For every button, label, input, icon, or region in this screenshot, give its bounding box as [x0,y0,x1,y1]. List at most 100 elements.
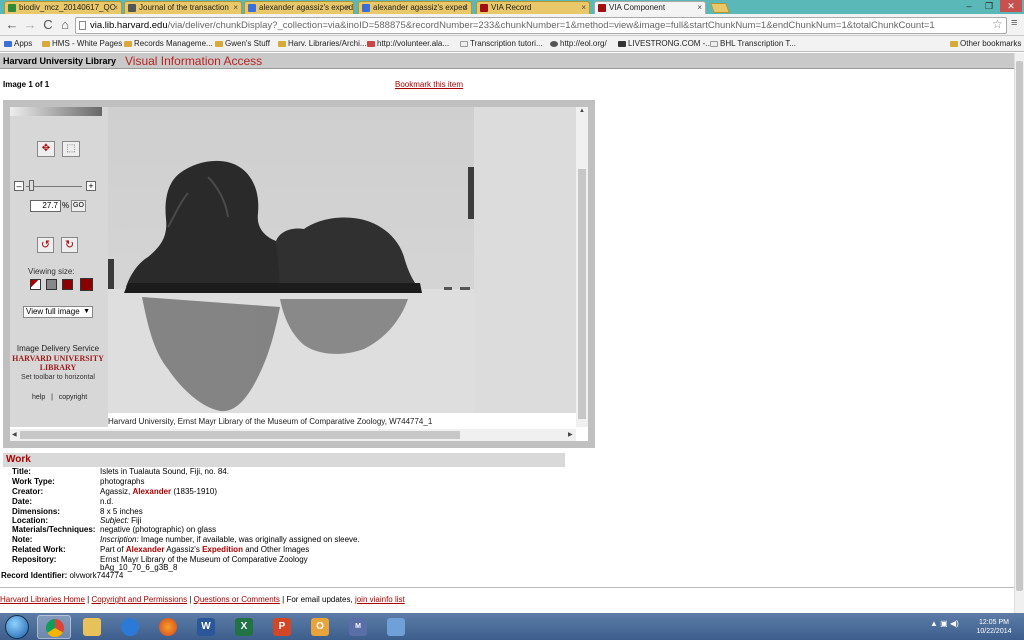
navigator-thumbnail[interactable] [10,107,102,116]
tab-via-component[interactable]: VIA Component × [594,1,706,15]
bookmark-bhl[interactable]: BHL Transcription T... [710,38,796,50]
taskbar-internet-explorer[interactable] [113,615,147,639]
close-icon[interactable]: × [697,2,702,14]
tab-agassiz-2[interactable]: alexander agassiz's exped × [358,1,472,14]
archival-photo[interactable] [108,107,474,413]
close-icon[interactable]: × [463,2,468,14]
tab-journal[interactable]: Journal of the transaction × [124,1,242,14]
system-tray[interactable]: ▲ ▣ ◀) [930,619,959,628]
bookmark-gwen[interactable]: Gwen's Stuff [215,38,270,50]
close-icon[interactable]: × [581,2,586,14]
bookmark-transcription[interactable]: Transcription tutori... [460,38,543,50]
outlook-icon: O [311,618,329,636]
viewing-size-xlarge[interactable] [80,278,93,291]
record-identifier-value: olvwork744774 [69,571,124,580]
home-button[interactable]: ⌂ [57,17,73,33]
scrollbar-thumb[interactable] [20,431,460,439]
bookmark-star-icon[interactable]: ☆ [992,17,1003,31]
taskbar-explorer[interactable] [75,615,109,639]
menu-icon[interactable]: ≡ [1011,17,1017,29]
separator: | [189,595,192,604]
other-bookmarks[interactable]: Other bookmarks [950,38,1021,50]
system-clock[interactable]: 12:05 PM 10/22/2014 [972,618,1016,636]
bookmark-eol[interactable]: http://eol.org/ [550,38,607,50]
address-bar[interactable]: via.lib.harvard.edu/via/deliver/chunkDis… [75,17,1007,34]
close-window-button[interactable]: ✕ [1000,0,1022,12]
islets-photo-image [108,107,474,413]
viewer-vertical-scrollbar[interactable]: ▲ [576,107,588,427]
close-icon[interactable]: × [345,2,350,14]
forward-button[interactable]: → [22,17,38,33]
start-button[interactable] [5,615,29,639]
view-mode-select[interactable]: View full image ▼ [23,306,93,318]
bookmark-volunteer[interactable]: http://volunteer.ala... [367,38,449,50]
bookmark-apps[interactable]: Apps [4,38,32,50]
viewer-horizontal-scrollbar[interactable]: ◀ ▶ [10,429,576,441]
tray-arrow-icon[interactable]: ▲ [930,619,938,628]
clock-date: 10/22/2014 [976,628,1012,635]
harvard-libraries-home-link[interactable]: Harvard Libraries Home [0,595,85,604]
tab-biodiv[interactable]: biodiv_mcz_20140617_QC × [4,1,122,14]
zoom-slider-handle[interactable] [29,180,34,191]
minimize-button[interactable]: – [960,0,978,12]
taskbar-outlook[interactable]: O [303,615,337,639]
tab-agassiz-1[interactable]: alexander agassiz's exped × [244,1,354,14]
viewing-size-medium[interactable] [46,279,57,290]
bookmark-hms[interactable]: HMS - White Pages [42,38,122,50]
toolbar-orientation-link[interactable]: Set toolbar to horizontal [12,374,104,381]
zoom-percent-input[interactable]: 27.7 [30,200,61,212]
field-label: Dimensions: [12,507,61,516]
scrollbar-thumb[interactable] [1016,61,1023,591]
new-tab-button[interactable] [710,3,730,13]
related-link-expedition[interactable]: Expedition [202,545,243,554]
bookmark-item-link[interactable]: Bookmark this item [395,80,463,89]
email-updates-text: For email updates, [286,595,353,604]
network-tray-icon[interactable]: ▣ [940,619,948,628]
bookmark-livestrong[interactable]: LIVESTRONG.COM -... [618,38,712,50]
restore-button[interactable]: ❐ [980,0,998,12]
taskbar-marc[interactable]: M [341,615,375,639]
scroll-right-icon[interactable]: ▶ [568,431,573,438]
copyright-link[interactable]: copyright [59,394,87,401]
back-button[interactable]: ← [4,17,20,33]
taskbar-network[interactable] [379,615,413,639]
scrollbar-thumb[interactable] [578,169,586,419]
folder-icon [950,41,958,47]
work-section-header: Work [3,453,565,467]
related-link-alexander[interactable]: Alexander [126,545,165,554]
page-scrollbar[interactable] [1014,53,1024,613]
library-name: Harvard University Library [3,56,117,66]
zoom-go-button[interactable]: GO [71,200,86,212]
scroll-left-icon[interactable]: ◀ [12,431,17,438]
bookmark-harv-libraries[interactable]: Harv. Libraries/Archi... [278,38,367,50]
pan-tool-button[interactable]: ✥ [37,141,55,157]
creator-dates: (1835-1910) [173,487,217,496]
join-viainfo-link[interactable]: join viainfo list [355,595,405,604]
zoom-region-button[interactable]: ⬚ [62,141,80,157]
zoom-in-button[interactable]: + [86,181,96,191]
creator-link[interactable]: Alexander [132,487,171,496]
taskbar-excel[interactable]: X [227,615,261,639]
bookmark-records[interactable]: Records Manageme... [124,38,213,50]
taskbar-word[interactable]: W [189,615,223,639]
viewing-size-large[interactable] [62,279,73,290]
help-link[interactable]: help [32,394,45,401]
viewing-size-small[interactable] [30,279,41,290]
zoom-out-button[interactable]: – [14,181,24,191]
zoom-slider-track[interactable] [26,186,82,187]
scroll-up-icon[interactable]: ▲ [579,108,585,114]
rotate-left-button[interactable]: ↺ [37,237,54,253]
questions-comments-link[interactable]: Questions or Comments [194,595,280,604]
tab-via-record[interactable]: VIA Record × [476,1,590,14]
taskbar-firefox[interactable] [151,615,185,639]
taskbar-powerpoint[interactable]: P [265,615,299,639]
volume-icon[interactable]: ◀) [950,619,959,628]
taskbar-chrome[interactable] [37,615,71,639]
close-icon[interactable]: × [113,2,118,14]
reload-button[interactable]: C [40,17,56,33]
note-qualifier: Inscription: [100,535,139,544]
rotate-right-button[interactable]: ↻ [61,237,78,253]
field-value: Agassiz, Alexander (1835-1910) [100,487,217,496]
copyright-permissions-link[interactable]: Copyright and Permissions [91,595,187,604]
close-icon[interactable]: × [233,2,238,14]
